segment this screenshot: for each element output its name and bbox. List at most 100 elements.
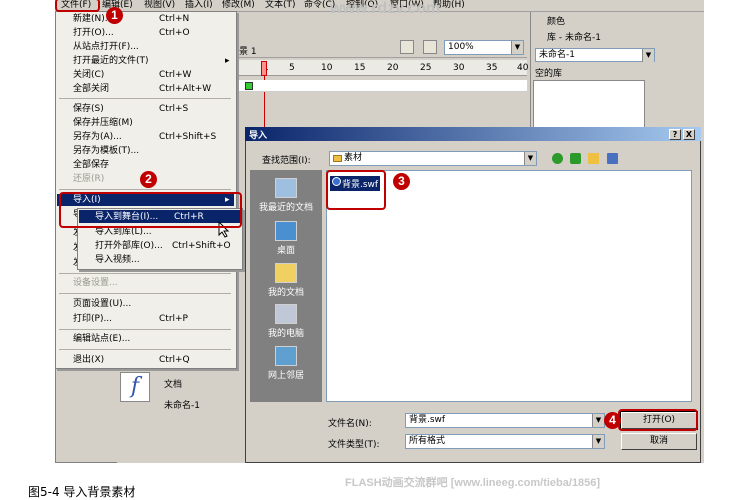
footer-watermark: FLASH动画交流群吧 [www.lineeg.com/tieba/1856] bbox=[345, 477, 601, 489]
menu-separator bbox=[59, 329, 231, 330]
menu-item-save-all[interactable]: 全部保存 bbox=[73, 160, 109, 171]
ruler-tick: 30 bbox=[453, 63, 465, 73]
place-my-computer[interactable]: 我的电脑 bbox=[250, 304, 322, 339]
place-my-computer-label: 我的电脑 bbox=[267, 329, 304, 339]
menu-item-revert: 还原(R) bbox=[73, 174, 105, 184]
place-recent[interactable]: 我最近的文档 bbox=[250, 178, 322, 213]
menu-item-exit[interactable]: 退出(X) bbox=[73, 355, 104, 366]
annotation-outline-file bbox=[326, 170, 386, 210]
shortcut: Ctrl+W bbox=[159, 70, 192, 80]
place-network-label: 网上邻居 bbox=[267, 371, 304, 381]
menu-text[interactable]: 文本(T) bbox=[265, 0, 296, 11]
shortcut: Ctrl+Shift+O bbox=[172, 241, 231, 251]
chevron-down-icon[interactable]: ▼ bbox=[592, 414, 604, 427]
menu-item-device-settings: 设备设置... bbox=[73, 278, 118, 288]
look-in-label: 查找范围(I): bbox=[262, 156, 311, 166]
cancel-button[interactable]: 取消 bbox=[621, 433, 697, 450]
ruler-tick: 5 bbox=[289, 63, 295, 73]
help-button[interactable]: ? bbox=[669, 129, 681, 140]
filetype-select[interactable]: 所有格式 ▼ bbox=[405, 434, 605, 449]
chevron-down-icon[interactable]: ▼ bbox=[524, 152, 536, 165]
menu-item-save-as-template[interactable]: 另存为模板(T)... bbox=[73, 146, 139, 157]
look-in-value: 素材 bbox=[344, 153, 363, 163]
shortcut: Ctrl+S bbox=[159, 104, 189, 114]
menu-item-save-compact[interactable]: 保存并压缩(M) bbox=[73, 118, 133, 129]
ruler-tick: 40 bbox=[517, 63, 529, 73]
annotation-outline-open bbox=[618, 409, 698, 431]
library-select[interactable]: 未命名-1 ▼ bbox=[535, 48, 655, 62]
menu-insert[interactable]: 插入(I) bbox=[185, 0, 213, 11]
edit-symbol-icon[interactable] bbox=[423, 40, 437, 54]
look-in-select[interactable]: 素材 ▼ bbox=[329, 151, 537, 166]
shortcut: Ctrl+Alt+W bbox=[159, 84, 212, 94]
keyframe-icon bbox=[245, 82, 253, 90]
menu-item-edit-sites[interactable]: 编辑站点(E)... bbox=[73, 334, 130, 345]
ruler-tick: 25 bbox=[420, 63, 432, 73]
place-my-documents[interactable]: 我的文档 bbox=[250, 263, 322, 298]
menu-item-save-as[interactable]: 另存为(A)... bbox=[73, 132, 122, 143]
submenu-arrow-icon: ▸ bbox=[225, 56, 230, 66]
shortcut: Ctrl+N bbox=[159, 14, 190, 24]
step-badge-2: 2 bbox=[140, 171, 157, 188]
zoom-value: 100% bbox=[448, 42, 474, 52]
submenu-item-open-external-library[interactable]: 打开外部库(O)... bbox=[95, 241, 163, 252]
recent-documents-icon bbox=[275, 178, 297, 198]
library-panel-title[interactable]: 库 - 未命名-1 bbox=[547, 30, 601, 43]
place-network[interactable]: 网上邻居 bbox=[250, 346, 322, 381]
submenu-item-import-to-library[interactable]: 导入到库(L)... bbox=[95, 227, 152, 238]
place-recent-label: 我最近的文档 bbox=[258, 203, 313, 213]
chevron-down-icon[interactable]: ▼ bbox=[642, 49, 654, 62]
doc-name: 未命名-1 bbox=[164, 401, 200, 411]
back-icon[interactable] bbox=[552, 153, 563, 164]
menu-separator bbox=[59, 98, 231, 99]
shortcut: Ctrl+Q bbox=[159, 355, 190, 365]
watermark-top: www.rdzv.com bbox=[330, 0, 441, 17]
flash-document-icon: f bbox=[120, 372, 150, 402]
figure-caption: 图5-4 导入背景素材 bbox=[28, 485, 136, 499]
step-badge-1: 1 bbox=[106, 7, 123, 24]
shortcut: Ctrl+O bbox=[159, 28, 190, 38]
menu-item-open-from-site[interactable]: 从站点打开(F)... bbox=[73, 42, 139, 53]
menu-item-save[interactable]: 保存(S) bbox=[73, 104, 104, 115]
library-empty-label: 空的库 bbox=[535, 69, 563, 79]
menu-item-open-recent[interactable]: 打开最近的文件(T) bbox=[73, 56, 149, 67]
layer-frames-row[interactable] bbox=[237, 80, 527, 92]
place-desktop[interactable]: 桌面 bbox=[250, 221, 322, 256]
playhead[interactable] bbox=[261, 61, 267, 76]
view-menu-icon[interactable] bbox=[607, 153, 618, 164]
zoom-select[interactable]: 100% ▼ bbox=[444, 40, 524, 55]
menu-view[interactable]: 视图(V) bbox=[144, 0, 175, 11]
chevron-down-icon[interactable]: ▼ bbox=[511, 41, 523, 54]
filename-field[interactable]: 背景.swf ▼ bbox=[405, 413, 605, 428]
menu-separator bbox=[59, 293, 231, 294]
ruler-tick: 15 bbox=[354, 63, 366, 73]
timeline-ruler: 1 5 10 15 20 25 30 35 40 bbox=[237, 60, 529, 76]
dialog-titlebar bbox=[245, 127, 701, 141]
filename-label: 文件名(N): bbox=[328, 419, 372, 429]
menu-separator bbox=[59, 189, 231, 190]
ruler-tick: 35 bbox=[486, 63, 498, 73]
library-select-value: 未命名-1 bbox=[539, 50, 575, 60]
close-button[interactable]: X bbox=[683, 129, 695, 140]
menu-item-page-setup[interactable]: 页面设置(U)... bbox=[73, 299, 131, 310]
my-computer-icon bbox=[275, 304, 297, 324]
edit-scene-icon[interactable] bbox=[400, 40, 414, 54]
menu-separator bbox=[59, 349, 231, 350]
step-badge-4: 4 bbox=[604, 412, 621, 429]
menu-item-close[interactable]: 关闭(C) bbox=[73, 70, 104, 81]
menu-item-print[interactable]: 打印(P)... bbox=[73, 314, 112, 325]
place-my-documents-label: 我的文档 bbox=[267, 288, 304, 298]
filename-value: 背景.swf bbox=[409, 415, 446, 425]
scene-label: 景 1 bbox=[239, 47, 257, 57]
new-folder-icon[interactable] bbox=[588, 153, 599, 164]
submenu-item-import-video[interactable]: 导入视频... bbox=[95, 255, 140, 266]
menu-item-close-all[interactable]: 全部关闭 bbox=[73, 84, 109, 95]
menu-modify[interactable]: 修改(M) bbox=[222, 0, 255, 11]
chevron-down-icon[interactable]: ▼ bbox=[592, 435, 604, 448]
color-panel-title[interactable]: 颜色 bbox=[547, 14, 565, 27]
shortcut: Ctrl+P bbox=[159, 314, 188, 324]
up-folder-icon[interactable] bbox=[570, 153, 581, 164]
filetype-label: 文件类型(T): bbox=[328, 440, 380, 450]
doc-label: 文档 bbox=[164, 380, 183, 390]
menu-item-open[interactable]: 打开(O)... bbox=[73, 28, 114, 39]
